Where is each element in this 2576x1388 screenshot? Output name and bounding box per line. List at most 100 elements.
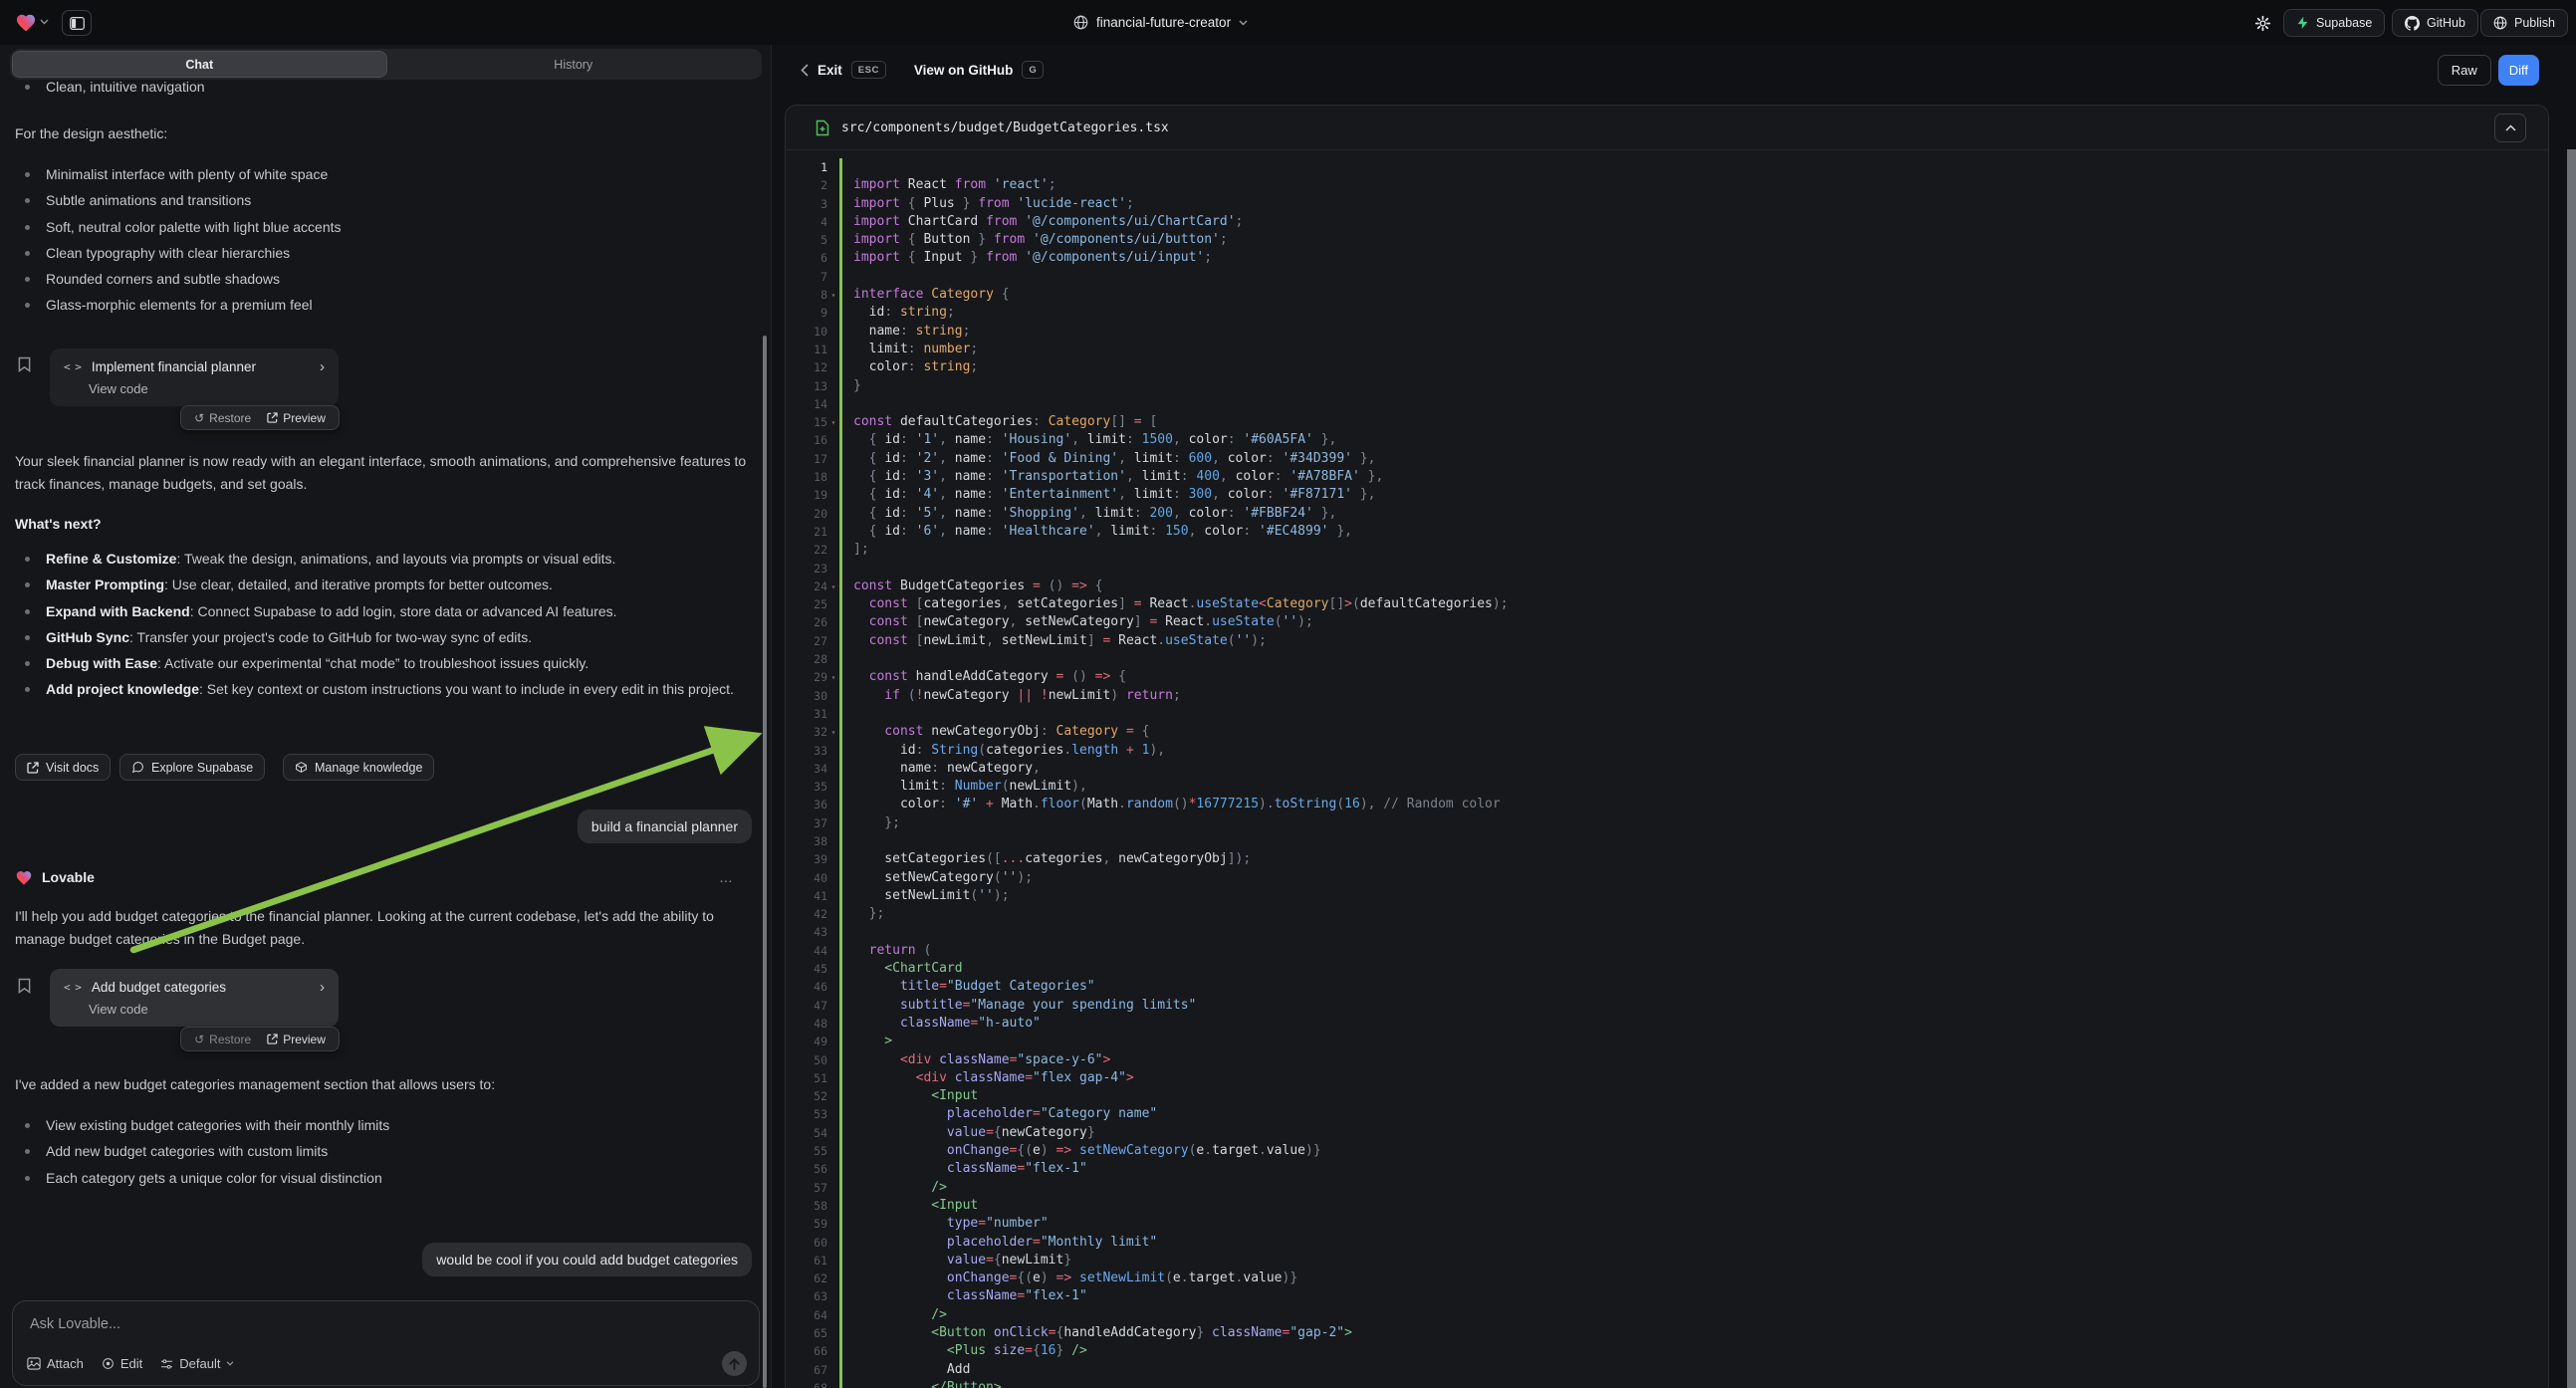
code-line[interactable]: 47 subtitle="Manage your spending limits… [786,997,2548,1015]
supabase-button[interactable]: Supabase [2283,9,2385,37]
lovable-logo-icon[interactable] [15,12,37,32]
code-line[interactable]: 49 > [786,1033,2548,1050]
code-line[interactable]: 41 setNewLimit(''); [786,887,2548,905]
fold-chevron-icon[interactable]: ▾ [827,668,839,686]
code-line[interactable]: 51 <div className="flex gap-4"> [786,1069,2548,1087]
brand-chevron-down-icon[interactable] [40,19,49,25]
code-line[interactable]: 53 placeholder="Category name" [786,1105,2548,1123]
diff-toggle-button[interactable]: Diff [2498,55,2539,86]
code-line[interactable]: 16 { id: '1', name: 'Housing', limit: 15… [786,431,2548,449]
code-line[interactable]: 31 [786,705,2548,723]
model-selector[interactable]: Default [160,1356,234,1371]
code-line[interactable]: 28 [786,650,2548,668]
code-line[interactable]: 65 <Button onClick={handleAddCategory} c… [786,1324,2548,1342]
explore-supabase-button[interactable]: Explore Supabase [119,754,265,781]
code-line[interactable]: 66 <Plus size={16} /> [786,1342,2548,1360]
code-line[interactable]: 1 [786,158,2548,176]
code-line[interactable]: 18 { id: '3', name: 'Transportation', li… [786,468,2548,486]
preview-button[interactable]: Preview [267,411,326,425]
view-code-link[interactable]: View code [89,381,325,396]
settings-button[interactable] [2249,10,2275,36]
publish-button[interactable]: Publish [2480,9,2568,37]
code-line[interactable]: 22]; [786,541,2548,559]
code-line[interactable]: 30 if (!newCategory || !newLimit) return… [786,687,2548,705]
code-line[interactable]: 68 </Button> [786,1379,2548,1388]
bookmark-icon[interactable] [18,356,31,372]
code-line[interactable]: 7 [786,268,2548,286]
preview-button[interactable]: Preview [267,1033,326,1046]
collapse-file-button[interactable] [2494,114,2526,142]
code-line[interactable]: 25 const [categories, setCategories] = R… [786,595,2548,613]
toggle-sidebar-button[interactable] [62,10,92,36]
github-button[interactable]: GitHub [2392,9,2478,37]
code-line[interactable]: 10 name: string; [786,323,2548,341]
code-line[interactable]: 61 value={newLimit} [786,1252,2548,1270]
code-line[interactable]: 21 { id: '6', name: 'Healthcare', limit:… [786,523,2548,541]
file-header[interactable]: src/components/budget/BudgetCategories.t… [786,106,2548,150]
code-line[interactable]: 35 limit: Number(newLimit), [786,778,2548,796]
code-line[interactable]: 39 setCategories([...categories, newCate… [786,850,2548,868]
code-line[interactable]: 4import ChartCard from '@/components/ui/… [786,213,2548,231]
code-line[interactable]: 24▾const BudgetCategories = () => { [786,578,2548,595]
code-line[interactable]: 67 Add [786,1361,2548,1379]
code-line[interactable]: 60 placeholder="Monthly limit" [786,1234,2548,1252]
code-editor[interactable]: 12import React from 'react';3import { Pl… [786,150,2548,1388]
code-line[interactable]: 45 <ChartCard [786,960,2548,978]
view-on-github-button[interactable]: View on GitHub [914,63,1014,78]
restore-button[interactable]: ↺ Restore [194,411,251,425]
code-line[interactable]: 15▾const defaultCategories: Category[] =… [786,413,2548,431]
code-line[interactable]: 5import { Button } from '@/components/ui… [786,231,2548,249]
code-line[interactable]: 44 return ( [786,942,2548,960]
code-line[interactable]: 48 className="h-auto" [786,1015,2548,1033]
code-line[interactable]: 17 { id: '2', name: 'Food & Dining', lim… [786,450,2548,468]
composer-placeholder[interactable]: Ask Lovable... [30,1316,120,1332]
code-line[interactable]: 19 { id: '4', name: 'Entertainment', lim… [786,486,2548,504]
manage-knowledge-button[interactable]: Manage knowledge [283,754,434,781]
code-line[interactable]: 59 type="number" [786,1215,2548,1233]
view-code-link[interactable]: View code [89,1002,325,1017]
code-line[interactable]: 8▾interface Category { [786,286,2548,304]
code-line[interactable]: 32▾ const newCategoryObj: Category = { [786,723,2548,741]
fold-chevron-icon[interactable]: ▾ [827,578,839,595]
code-panel-scrollbar[interactable] [2567,149,2576,1388]
code-line[interactable]: 13} [786,377,2548,395]
visit-docs-button[interactable]: Visit docs [15,754,111,781]
project-switcher[interactable]: financial-future-creator [1073,0,1248,45]
fold-chevron-icon[interactable]: ▾ [827,286,839,304]
code-line[interactable]: 26 const [newCategory, setNewCategory] =… [786,613,2548,631]
code-line[interactable]: 52 <Input [786,1087,2548,1105]
code-line[interactable]: 40 setNewCategory(''); [786,869,2548,887]
fold-chevron-icon[interactable]: ▾ [827,723,839,741]
code-line[interactable]: 33 id: String(categories.length + 1), [786,742,2548,760]
code-line[interactable]: 20 { id: '5', name: 'Shopping', limit: 2… [786,505,2548,523]
code-line[interactable]: 36 color: '#' + Math.floor(Math.random()… [786,796,2548,813]
code-line[interactable]: 29▾ const handleAddCategory = () => { [786,668,2548,686]
code-line[interactable]: 64 /> [786,1306,2548,1324]
bookmark-icon[interactable] [18,978,31,994]
code-line[interactable]: 57 /> [786,1179,2548,1197]
code-line[interactable]: 62 onChange={(e) => setNewLimit(e.target… [786,1270,2548,1287]
chat-scrollbar[interactable] [763,336,767,1388]
code-line[interactable]: 56 className="flex-1" [786,1160,2548,1178]
attach-button[interactable]: Attach [27,1356,84,1371]
version-card-implement-financial-planner[interactable]: < > Implement financial planner › View c… [50,348,339,406]
code-line[interactable]: 11 limit: number; [786,341,2548,358]
code-line[interactable]: 23 [786,560,2548,578]
code-line[interactable]: 12 color: string; [786,358,2548,376]
version-card-add-budget-categories[interactable]: < > Add budget categories › View code [50,969,339,1027]
code-line[interactable]: 37 }; [786,814,2548,832]
prompt-composer[interactable]: Ask Lovable... Attach Edit [12,1300,760,1386]
restore-button[interactable]: ↺ Restore [194,1033,251,1046]
code-line[interactable]: 58 <Input [786,1197,2548,1215]
code-line[interactable]: 54 value={newCategory} [786,1124,2548,1142]
code-line[interactable]: 14 [786,395,2548,413]
code-line[interactable]: 42 }; [786,905,2548,923]
code-line[interactable]: 55 onChange={(e) => setNewCategory(e.tar… [786,1142,2548,1160]
code-line[interactable]: 2import React from 'react'; [786,176,2548,194]
code-line[interactable]: 63 className="flex-1" [786,1287,2548,1305]
code-line[interactable]: 9 id: string; [786,304,2548,322]
message-menu-button[interactable]: … [719,869,752,885]
exit-button[interactable]: Exit [818,63,842,78]
send-button[interactable] [722,1351,747,1376]
edit-mode-button[interactable]: Edit [102,1356,142,1371]
